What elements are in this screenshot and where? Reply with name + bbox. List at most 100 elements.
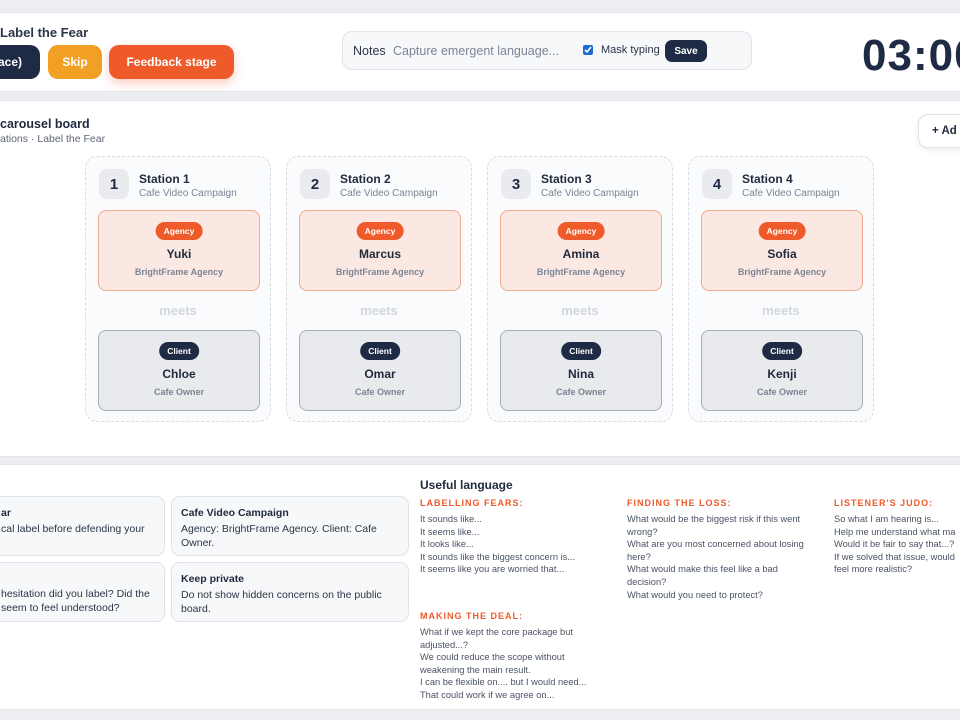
- notes-label: Notes: [353, 44, 386, 58]
- agency-badge: Agency: [557, 222, 605, 240]
- top-bar: Label the Fear ace) Skip Feedback stage …: [0, 12, 960, 92]
- info-card-title: ar: [1, 507, 11, 519]
- listeners-judo-list: So what I am hearing is... Help me under…: [834, 513, 955, 576]
- station-number: 1: [99, 169, 129, 199]
- client-org: Cafe Owner: [153, 387, 204, 397]
- list-item: adjusted...?: [420, 639, 469, 650]
- mask-typing-checkbox[interactable]: [583, 45, 593, 55]
- list-item: What if we kept the core package but: [420, 627, 573, 637]
- list-item: weakening the main result.: [420, 664, 531, 675]
- station-name: Station 1: [139, 172, 190, 186]
- info-card-reflection: hesitation did you label? Did the seem t…: [0, 562, 165, 622]
- list-item: It seems like...: [420, 526, 480, 537]
- mask-typing-label: Mask typing: [601, 44, 660, 56]
- client-badge: Client: [561, 342, 601, 360]
- notes-panel: Notes Mask typing Save: [342, 31, 752, 70]
- add-button[interactable]: + Ad: [918, 114, 960, 148]
- list-item: So what I am hearing is...: [834, 514, 939, 524]
- board-title: carousel board: [0, 117, 90, 131]
- station-name: Station 3: [541, 172, 592, 186]
- making-the-deal-heading: MAKING THE DEAL:: [420, 611, 523, 621]
- list-item: decision?: [627, 576, 667, 587]
- info-card-task: ar cal label before defending your: [0, 496, 165, 556]
- agency-person-name: Amina: [562, 247, 600, 261]
- list-item: What would be the biggest risk if this w…: [627, 514, 801, 524]
- list-item: It sounds like the biggest concern is...: [420, 551, 576, 562]
- client-person-name: Nina: [567, 367, 594, 381]
- agency-card[interactable]: Agency Marcus BrightFrame Agency: [299, 210, 461, 291]
- agency-person-name: Sofia: [767, 247, 797, 261]
- feedback-stage-button[interactable]: Feedback stage: [109, 45, 234, 79]
- agency-org: BrightFrame Agency: [134, 267, 224, 277]
- list-item: It sounds like...: [420, 514, 483, 524]
- agency-badge: Agency: [356, 222, 404, 240]
- station-number: 2: [300, 169, 330, 199]
- listeners-judo-heading: LISTENER'S JUDO:: [834, 498, 934, 508]
- info-card-campaign: Cafe Video Campaign Agency: BrightFrame …: [171, 496, 409, 556]
- finding-the-loss-list: What would be the biggest risk if this w…: [627, 513, 804, 601]
- client-person-name: Kenji: [767, 367, 797, 381]
- primary-stage-button[interactable]: ace): [0, 45, 40, 79]
- agency-card[interactable]: Agency Sofia BrightFrame Agency: [701, 210, 863, 291]
- station-campaign: Cafe Video Campaign: [139, 188, 237, 199]
- client-card[interactable]: Client Omar Cafe Owner: [299, 330, 461, 411]
- carousel-board: carousel board ations · Label the Fear +…: [0, 100, 960, 457]
- station-campaign: Cafe Video Campaign: [541, 188, 639, 199]
- notes-input[interactable]: [393, 41, 573, 61]
- agency-org: BrightFrame Agency: [536, 267, 626, 277]
- list-item: here?: [627, 551, 651, 562]
- info-card-body: Agency: BrightFrame Agency. Client: Cafe…: [181, 523, 377, 549]
- list-item: What would make this feel like a bad: [627, 564, 778, 575]
- list-item: We could reduce the scope without: [420, 652, 565, 663]
- skip-button[interactable]: Skip: [48, 45, 102, 79]
- station-number: 3: [501, 169, 531, 199]
- agency-org: BrightFrame Agency: [335, 267, 425, 277]
- station-name: Station 4: [742, 172, 793, 186]
- list-item: feel more realistic?: [834, 564, 913, 575]
- meets-label: meets: [159, 303, 197, 318]
- list-item: What are you most concerned about losing: [627, 539, 804, 550]
- info-card-body: Do not show hidden concerns on the publi…: [181, 589, 382, 615]
- station-card: 2 Station 2 Cafe Video Campaign Agency M…: [286, 156, 472, 422]
- labelling-fears-list: It sounds like... It seems like... It lo…: [420, 513, 575, 576]
- list-item: Help me understand what ma: [834, 526, 956, 537]
- meets-label: meets: [561, 303, 599, 318]
- client-badge: Client: [360, 342, 400, 360]
- meets-label: meets: [360, 303, 398, 318]
- labelling-fears-heading: LABELLING FEARS:: [420, 498, 524, 508]
- list-item: If we solved that issue, would: [834, 551, 955, 562]
- info-card-body: cal label before defending your: [1, 523, 145, 535]
- meets-label: meets: [762, 303, 800, 318]
- list-item: It looks like...: [420, 539, 474, 550]
- client-badge: Client: [762, 342, 802, 360]
- list-item: What would you need to protect?: [627, 589, 763, 600]
- agency-card[interactable]: Agency Yuki BrightFrame Agency: [98, 210, 260, 291]
- list-item: It seems like you are worried that...: [420, 564, 565, 575]
- station-card: 1 Station 1 Cafe Video Campaign Agency Y…: [85, 156, 271, 422]
- board-subtitle: ations · Label the Fear: [0, 133, 106, 145]
- client-person-name: Omar: [364, 367, 396, 381]
- station-card: 3 Station 3 Cafe Video Campaign Agency A…: [487, 156, 673, 422]
- list-item: Would it be fair to say that...?: [834, 539, 955, 550]
- countdown-timer: 03:00: [862, 31, 960, 80]
- client-card[interactable]: Client Chloe Cafe Owner: [98, 330, 260, 411]
- client-card[interactable]: Client Nina Cafe Owner: [500, 330, 662, 411]
- finding-the-loss-heading: FINDING THE LOSS:: [627, 498, 732, 508]
- agency-badge: Agency: [155, 222, 203, 240]
- guidance-panel: ar cal label before defending your Cafe …: [0, 464, 960, 710]
- info-card-title: Cafe Video Campaign: [181, 507, 289, 519]
- client-org: Cafe Owner: [756, 387, 807, 397]
- agency-person-name: Marcus: [358, 247, 402, 261]
- client-badge: Client: [159, 342, 199, 360]
- useful-language-title: Useful language: [420, 478, 513, 492]
- station-campaign: Cafe Video Campaign: [340, 188, 438, 199]
- client-org: Cafe Owner: [354, 387, 405, 397]
- stage-title: Label the Fear: [0, 25, 89, 40]
- agency-person-name: Yuki: [166, 247, 192, 261]
- station-number: 4: [702, 169, 732, 199]
- agency-card[interactable]: Agency Amina BrightFrame Agency: [500, 210, 662, 291]
- info-card-title: Keep private: [181, 573, 245, 585]
- client-org: Cafe Owner: [555, 387, 606, 397]
- save-notes-button[interactable]: Save: [665, 40, 707, 62]
- client-card[interactable]: Client Kenji Cafe Owner: [701, 330, 863, 411]
